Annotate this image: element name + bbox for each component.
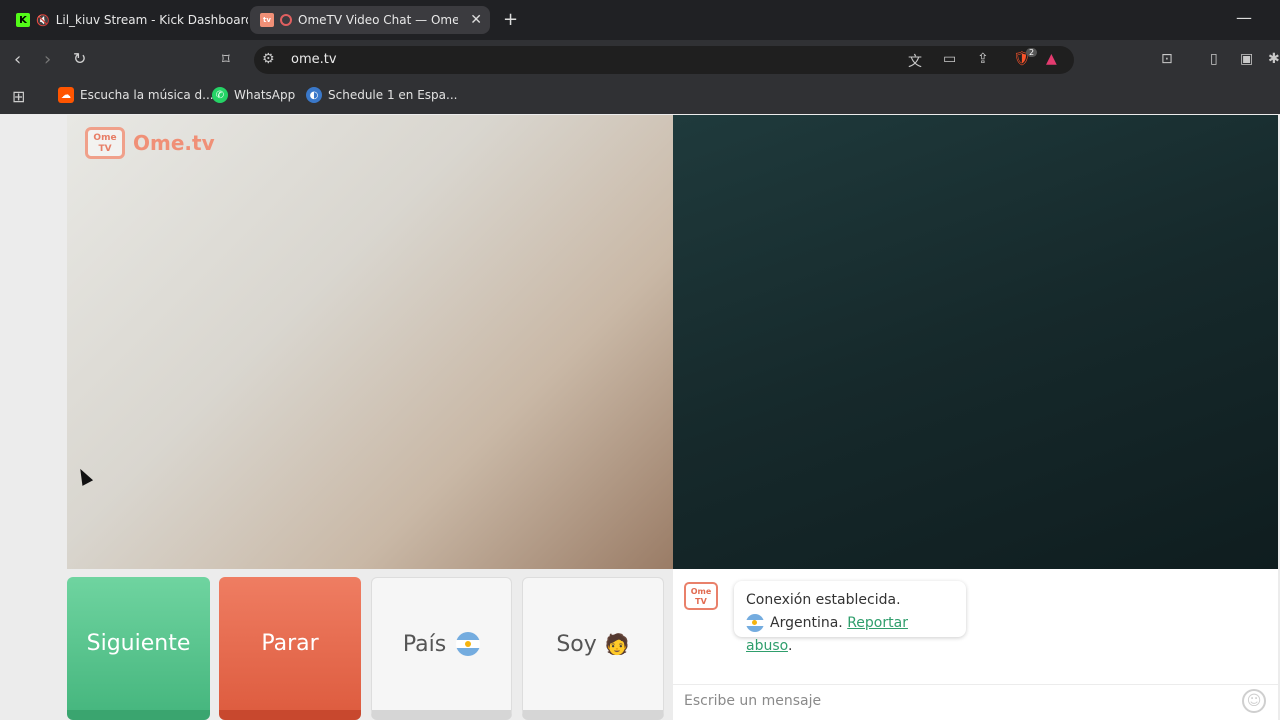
next-button-label: Siguiente <box>86 631 191 656</box>
country-button-label: País <box>402 631 447 657</box>
period-text: . <box>787 638 793 654</box>
tab-title: Lil_kiuv Stream - Kick Dashboard <box>55 13 248 27</box>
emoji-icon[interactable]: ☺ <box>1242 689 1266 713</box>
tab-kick-dashboard[interactable]: K 🔇 Lil_kiuv Stream - Kick Dashboard <box>8 6 248 34</box>
minimize-window-icon[interactable]: — <box>1236 8 1252 27</box>
self-video <box>673 115 1278 569</box>
country-button[interactable]: País <box>371 577 512 720</box>
partner-video <box>67 115 673 569</box>
schedule-icon: ◐ <box>306 87 322 103</box>
close-tab-icon[interactable]: ✕ <box>470 12 482 28</box>
stop-button[interactable]: Parar <box>219 577 361 720</box>
stop-button-label: Parar <box>261 631 319 656</box>
ometv-chat-avatar-icon: Ome TV <box>684 582 718 610</box>
bookmark-label: Schedule 1 en Espa... <box>328 88 458 102</box>
argentina-flag-icon <box>456 632 481 656</box>
country-text: Argentina. <box>770 615 843 631</box>
connection-message: Conexión establecida. <box>746 592 901 608</box>
next-button[interactable]: Siguiente <box>67 577 210 720</box>
shields-badge: 2 <box>1026 48 1038 57</box>
tv-logo-icon: Ome TV <box>85 127 125 159</box>
system-message: Conexión establecida. Argentina. Reporta… <box>734 581 966 654</box>
new-tab-button[interactable]: + <box>503 9 518 30</box>
mute-icon[interactable]: 🔇 <box>36 14 50 27</box>
recording-icon <box>280 14 292 26</box>
forward-button[interactable]: › <box>44 49 51 70</box>
bookmark-soundcloud[interactable]: ☁ Escucha la música d... <box>58 87 214 103</box>
country-message: Argentina. Reportar abuso. <box>746 612 954 658</box>
cast-icon[interactable]: ▭ <box>943 51 956 67</box>
reload-icon[interactable]: ↻ <box>73 49 86 68</box>
logo-text: Ome.tv <box>133 131 215 155</box>
site-settings-icon[interactable]: ⚙ <box>262 51 275 67</box>
bookmark-whatsapp[interactable]: ✆ WhatsApp <box>212 87 295 103</box>
ometv-logo: Ome TV Ome.tv <box>85 127 215 159</box>
bookmark-label: Escucha la música d... <box>80 88 214 102</box>
bookmark-schedule[interactable]: ◐ Schedule 1 en Espa... <box>306 87 457 103</box>
tab-ometv[interactable]: tv OmeTV Video Chat — Omegl ✕ <box>250 6 490 34</box>
bookmark-icon[interactable]: ⌑ <box>222 50 230 68</box>
translate-icon[interactable]: 文 <box>908 51 922 71</box>
extensions-icon[interactable]: ✱ <box>1268 51 1280 67</box>
soundcloud-icon: ☁ <box>58 87 74 103</box>
gender-button[interactable]: Soy 🧑 <box>522 577 664 720</box>
gender-button-label: Soy <box>556 631 597 657</box>
wallet-icon[interactable]: ▣ <box>1240 51 1253 67</box>
apps-grid-icon[interactable]: ⊞ <box>12 87 25 106</box>
sidebar-icon[interactable]: ▯ <box>1210 51 1218 67</box>
brave-rewards-icon[interactable]: ▲ <box>1046 51 1057 67</box>
tab-search-icon[interactable]: ⊡ <box>1161 51 1173 67</box>
argentina-flag-icon <box>746 614 764 632</box>
back-button[interactable]: ‹ <box>14 49 21 70</box>
share-icon[interactable]: ⇪ <box>977 51 989 67</box>
gender-emoji-icon: 🧑 <box>604 632 630 656</box>
kick-logo-icon: K <box>16 13 30 27</box>
tab-title: OmeTV Video Chat — Omegl <box>298 13 458 27</box>
whatsapp-icon: ✆ <box>212 87 228 103</box>
url-text[interactable]: ome.tv <box>291 52 337 67</box>
ometv-favicon-icon: tv <box>260 13 274 27</box>
message-input[interactable]: Escribe un mensaje <box>684 693 821 709</box>
bookmark-label: WhatsApp <box>234 88 296 102</box>
